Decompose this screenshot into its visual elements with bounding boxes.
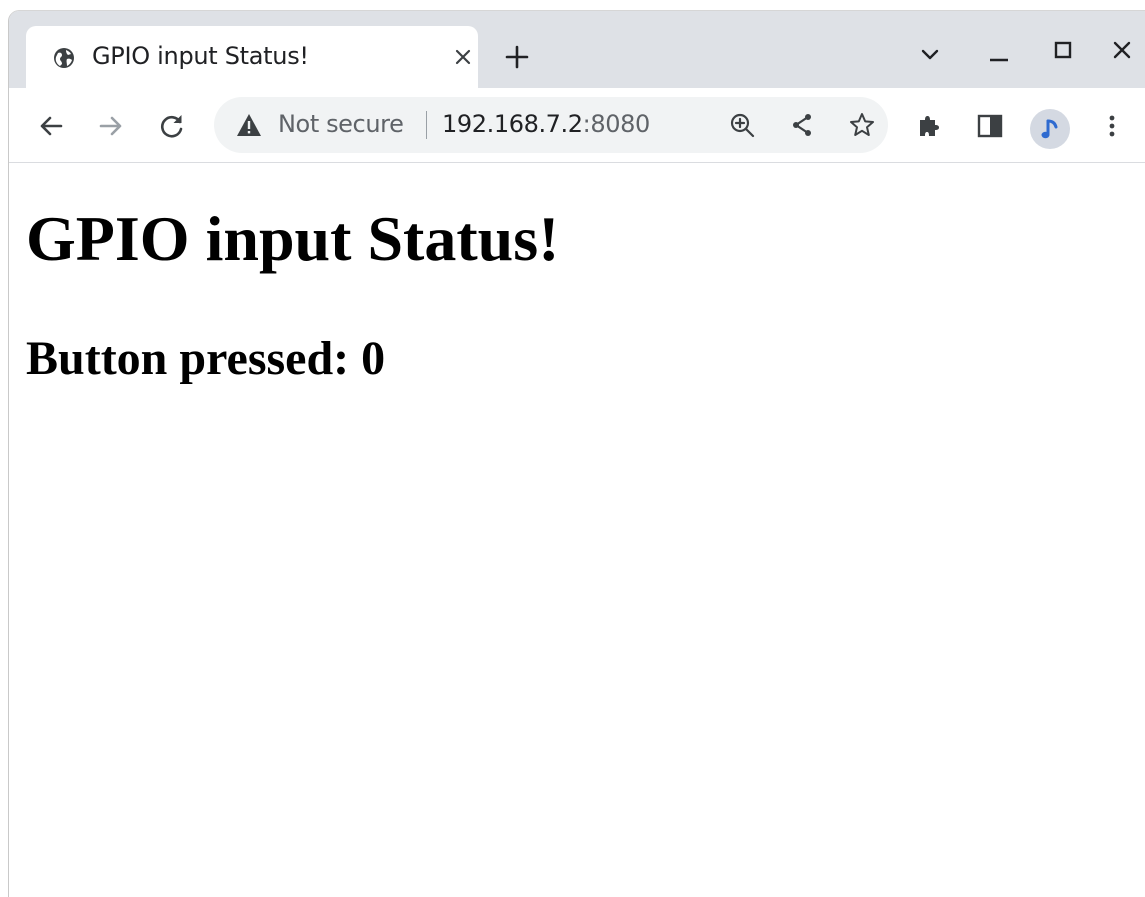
back-icon[interactable]: [36, 111, 66, 141]
url-text[interactable]: 192.168.7.2:8080: [442, 110, 650, 138]
url-port: :8080: [582, 110, 651, 138]
globe-icon: [54, 48, 74, 68]
omnibox-divider: [426, 111, 427, 139]
url-host: 192.168.7.2: [442, 110, 583, 138]
security-label[interactable]: Not secure: [278, 110, 404, 138]
warning-triangle-icon[interactable]: [236, 112, 262, 138]
page-heading: GPIO input Status!: [26, 203, 560, 274]
button-status: Button pressed: 0: [26, 332, 386, 385]
browser-toolbar: Not secure 192.168.7.2:8080: [9, 88, 1145, 163]
extensions-puzzle-icon[interactable]: [914, 111, 944, 141]
minimize-icon[interactable]: [986, 41, 1012, 67]
tab-strip: GPIO input Status!: [9, 11, 1145, 88]
maximize-icon[interactable]: [1050, 37, 1076, 63]
new-tab-icon[interactable]: [504, 44, 530, 70]
more-menu-icon[interactable]: [1097, 111, 1127, 141]
forward-icon[interactable]: [96, 111, 126, 141]
close-tab-icon[interactable]: [452, 46, 474, 68]
address-bar[interactable]: Not secure 192.168.7.2:8080: [214, 97, 888, 153]
side-panel-icon[interactable]: [975, 111, 1005, 141]
reload-icon[interactable]: [157, 111, 187, 141]
tab-title: GPIO input Status!: [92, 42, 309, 70]
profile-avatar[interactable]: [1030, 109, 1070, 149]
zoom-icon[interactable]: [728, 111, 756, 139]
page-content: GPIO input Status! Button pressed: 0: [9, 163, 1145, 897]
share-icon[interactable]: [788, 111, 816, 139]
tab-gpio-status[interactable]: GPIO input Status!: [26, 26, 478, 88]
bookmark-star-icon[interactable]: [848, 111, 876, 139]
close-window-icon[interactable]: [1109, 37, 1135, 63]
tab-search-chevron-icon[interactable]: [917, 41, 943, 67]
browser-window: GPIO input Status! Not secure 192.168.7.…: [9, 11, 1145, 897]
music-note-icon: [1041, 119, 1058, 139]
